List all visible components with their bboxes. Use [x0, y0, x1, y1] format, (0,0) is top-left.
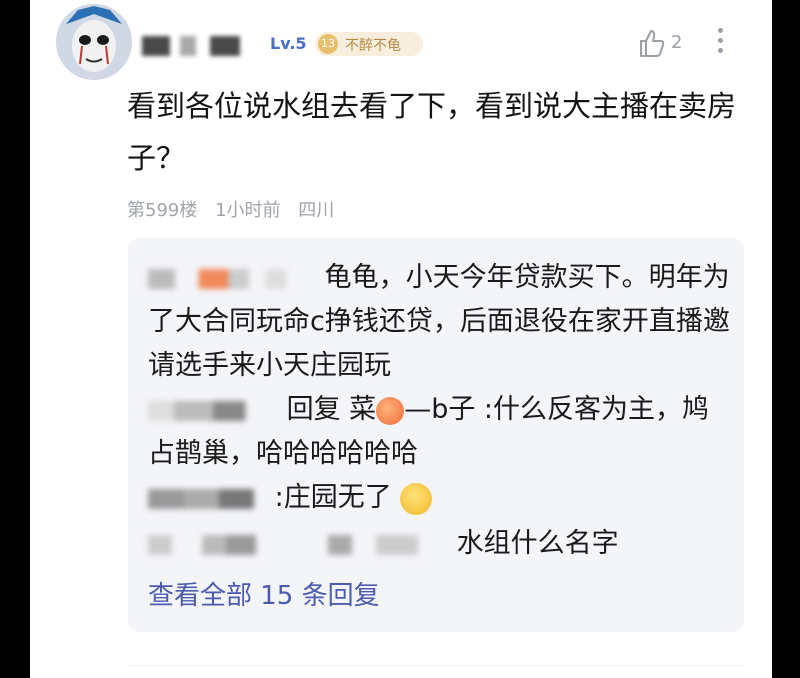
comment-meta: 第599楼 1小时前 四川 — [127, 196, 346, 222]
laughing-emoji-icon — [400, 482, 433, 515]
peach-emoji-icon — [376, 396, 405, 425]
username-blurred — [180, 36, 196, 56]
reply-item[interactable]: 龟龟，小天今年贷款买下。明年为了大合同玩命c挣钱还贷，后面退役在家开直播邀请选手… — [148, 256, 734, 388]
reply-author-blurred[interactable] — [148, 534, 448, 555]
replies-panel: 龟龟，小天今年贷款买下。明年为了大合同玩命c挣钱还贷，后面退役在家开直播邀请选手… — [128, 238, 744, 632]
reply-author-blurred[interactable] — [148, 400, 278, 421]
badge-title: 不醉不龟 — [345, 38, 401, 54]
comment-body: 看到各位说水组去看了下，看到说大主播在卖房子？ — [127, 89, 737, 175]
comment-card: Lv.5 13 不醉不龟 2 看到各位说水组去看了下，看到说大主播在卖房子？ 第… — [30, 0, 772, 678]
thumbs-up-icon — [640, 30, 665, 57]
reply-text-before: 回复 菜 — [286, 394, 377, 425]
reply-text: 水组什么名字 — [456, 528, 619, 559]
reply-item[interactable]: 水组什么名字 — [148, 522, 734, 566]
view-all-replies-link[interactable]: 查看全部 15 条回复 — [148, 575, 380, 612]
badge-level-number: 13 — [318, 34, 338, 54]
reply-item[interactable]: 回复 菜 —b子 :什么反客为主，鸠占鹊巢，哈哈哈哈哈哈 — [148, 388, 734, 476]
username-blurred[interactable] — [142, 36, 170, 56]
fan-title-badge[interactable]: 13 不醉不龟 — [315, 32, 423, 56]
username-blurred — [210, 36, 240, 56]
floor-number: 第599楼 — [127, 200, 198, 221]
level-badge: Lv.5 — [270, 34, 307, 53]
post-time: 1小时前 — [215, 200, 281, 221]
more-options-icon[interactable] — [718, 28, 726, 58]
reply-author-blurred[interactable] — [148, 488, 266, 509]
divider — [128, 665, 744, 666]
reply-author-blurred[interactable] — [148, 268, 316, 289]
reply-text: :庄园无了 — [274, 482, 392, 513]
reply-item[interactable]: :庄园无了 — [148, 476, 734, 520]
avatar[interactable] — [56, 4, 132, 80]
like-count: 2 — [671, 32, 683, 53]
location: 四川 — [298, 200, 335, 221]
